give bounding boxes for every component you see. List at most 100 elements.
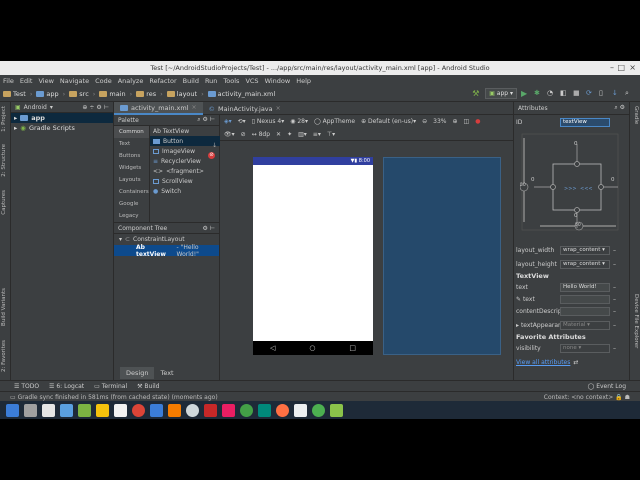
- view-all-attributes-link[interactable]: View all attributes: [516, 359, 570, 366]
- breadcrumb-app[interactable]: app: [36, 90, 59, 98]
- palette-category-layouts[interactable]: Layouts: [114, 174, 149, 186]
- align-icon[interactable]: ≡▾: [313, 131, 321, 138]
- visibility-select[interactable]: none ▾: [560, 343, 610, 353]
- structure-tool-button[interactable]: 2: Structure: [1, 144, 7, 177]
- store-icon[interactable]: [168, 403, 181, 417]
- terminal-app-icon[interactable]: [150, 403, 163, 417]
- layout-height-select[interactable]: wrap_content ▾: [560, 259, 610, 269]
- favorites-tool-button[interactable]: 2: Favorites: [1, 340, 7, 372]
- zoom-in-icon[interactable]: ⊕: [453, 118, 458, 125]
- infer-constraints-icon[interactable]: ✦: [287, 131, 292, 138]
- margin-bottom[interactable]: 0: [574, 213, 578, 219]
- content-description-field[interactable]: [560, 306, 610, 316]
- palette-item-fragment[interactable]: <> <fragment>: [150, 166, 220, 176]
- design-canvas[interactable]: ▼▮ 8:00 ◁ ○ □: [220, 141, 513, 361]
- git-icon[interactable]: ☗: [625, 394, 630, 401]
- orientation-icon[interactable]: ⟲▾: [238, 118, 246, 125]
- tree-item-textview[interactable]: Ab textView - "Hello World!": [114, 244, 219, 258]
- error-badge-icon[interactable]: ⊘: [208, 152, 215, 159]
- margin-left[interactable]: 0: [531, 177, 535, 183]
- menu-window[interactable]: Window: [265, 77, 291, 85]
- constraint-widget[interactable]: >>> <<<: [520, 132, 620, 232]
- todo-tool-button[interactable]: ☰ TODO: [14, 383, 39, 390]
- text-editor-icon[interactable]: [42, 403, 55, 417]
- project-tool-button[interactable]: 1: Project: [1, 106, 7, 132]
- menu-run[interactable]: Run: [205, 77, 217, 85]
- device-file-explorer-button[interactable]: Device File Explorer: [633, 294, 639, 348]
- more-icon[interactable]: –: [613, 284, 616, 291]
- device-select[interactable]: ▯ Nexus 4▾: [252, 118, 285, 125]
- tab-design[interactable]: Design: [120, 367, 155, 379]
- project-view-select[interactable]: Android: [24, 104, 47, 111]
- palette-search-icon[interactable]: ⌕ ⚙ ⊢: [197, 116, 215, 124]
- editor-icon[interactable]: [114, 403, 127, 417]
- theme-select[interactable]: ◯ AppTheme: [314, 118, 355, 125]
- tab-main-activity[interactable]: © MainActivity.java ×: [203, 102, 287, 115]
- attach-debugger-icon[interactable]: ◧: [560, 89, 569, 98]
- guidelines-icon[interactable]: ⊤▾: [327, 131, 335, 138]
- zoom-out-icon[interactable]: ⊖: [422, 118, 427, 125]
- margin-right[interactable]: 0: [611, 177, 615, 183]
- make-project-icon[interactable]: ⚒: [472, 89, 481, 98]
- hide-icon[interactable]: ⊢: [104, 104, 111, 111]
- app-launcher-icon[interactable]: [6, 403, 19, 417]
- gear-icon[interactable]: ⚙ ⊢: [202, 225, 215, 232]
- breadcrumb-main[interactable]: main: [99, 90, 126, 98]
- margin-top[interactable]: 0: [574, 141, 578, 147]
- swap-icon[interactable]: ⇄: [573, 359, 578, 366]
- maximize-icon[interactable]: □: [617, 63, 625, 73]
- chrome-icon[interactable]: [132, 403, 145, 417]
- sdk-manager-icon[interactable]: ↓: [612, 89, 621, 98]
- gear-icon[interactable]: ⚙: [620, 104, 625, 111]
- more-icon[interactable]: –: [613, 308, 616, 315]
- menu-refactor[interactable]: Refactor: [149, 77, 176, 85]
- menu-tools[interactable]: Tools: [223, 77, 239, 85]
- palette-category-common[interactable]: Common: [114, 126, 149, 138]
- palette-category-legacy[interactable]: Legacy: [114, 210, 149, 222]
- keep-icon[interactable]: [96, 403, 109, 417]
- logcat-tool-button[interactable]: ☰ 6: Logcat: [49, 383, 84, 390]
- text-appearance-select[interactable]: Material ▾: [560, 320, 610, 330]
- palette-item-button[interactable]: Button: [150, 136, 220, 146]
- more-icon[interactable]: –: [613, 345, 616, 352]
- debug-icon[interactable]: ✱: [534, 89, 543, 98]
- warnings-icon[interactable]: ●: [475, 118, 480, 125]
- palette-category-buttons[interactable]: Buttons: [114, 150, 149, 162]
- zoom-fit-icon[interactable]: ◫: [464, 118, 470, 125]
- more-icon[interactable]: –: [613, 322, 616, 329]
- breadcrumb-res[interactable]: res: [136, 90, 156, 98]
- android-studio-icon[interactable]: [78, 403, 91, 417]
- lock-icon[interactable]: 🔒: [615, 394, 622, 401]
- download-icon[interactable]: ↓: [212, 142, 217, 149]
- files-icon[interactable]: [24, 403, 37, 417]
- sync-icon[interactable]: ⟳: [586, 89, 595, 98]
- palette-item-textview[interactable]: Ab TextView: [150, 126, 220, 136]
- design-surface-icon[interactable]: ◈▾: [224, 118, 232, 125]
- menu-navigate[interactable]: Navigate: [60, 77, 89, 85]
- run-icon[interactable]: ▶: [521, 89, 530, 98]
- calculator-icon[interactable]: [294, 403, 307, 417]
- tab-text[interactable]: Text: [154, 367, 179, 379]
- project-item-gradle-scripts[interactable]: ▸ ◉ Gradle Scripts: [11, 123, 113, 133]
- default-margin-select[interactable]: ↔ 8dp: [252, 131, 270, 138]
- layout-width-select[interactable]: wrap_content ▾: [560, 245, 610, 255]
- palette-category-containers[interactable]: Containers: [114, 186, 149, 198]
- phone-preview[interactable]: ▼▮ 8:00 ◁ ○ □: [253, 157, 373, 355]
- stop-icon[interactable]: ■: [573, 89, 582, 98]
- menu-edit[interactable]: Edit: [20, 77, 33, 85]
- palette-item-scrollview[interactable]: ScrollView: [150, 176, 220, 186]
- gradle-tool-button[interactable]: Gradle: [633, 106, 639, 124]
- breadcrumb-layout[interactable]: layout: [166, 90, 197, 98]
- menu-analyze[interactable]: Analyze: [118, 77, 144, 85]
- palette-category-google[interactable]: Google: [114, 198, 149, 210]
- terminal2-icon[interactable]: [204, 403, 217, 417]
- build-variants-tool-button[interactable]: Build Variants: [1, 288, 7, 326]
- more-icon[interactable]: –: [613, 296, 616, 303]
- palette-category-widgets[interactable]: Widgets: [114, 162, 149, 174]
- menu-file[interactable]: File: [3, 77, 14, 85]
- profile-icon[interactable]: ◔: [547, 89, 556, 98]
- file-manager-icon[interactable]: [60, 403, 73, 417]
- gear-icon[interactable]: ⚙: [96, 104, 103, 111]
- trash-icon[interactable]: [330, 403, 343, 417]
- settings-app-icon[interactable]: [186, 403, 199, 417]
